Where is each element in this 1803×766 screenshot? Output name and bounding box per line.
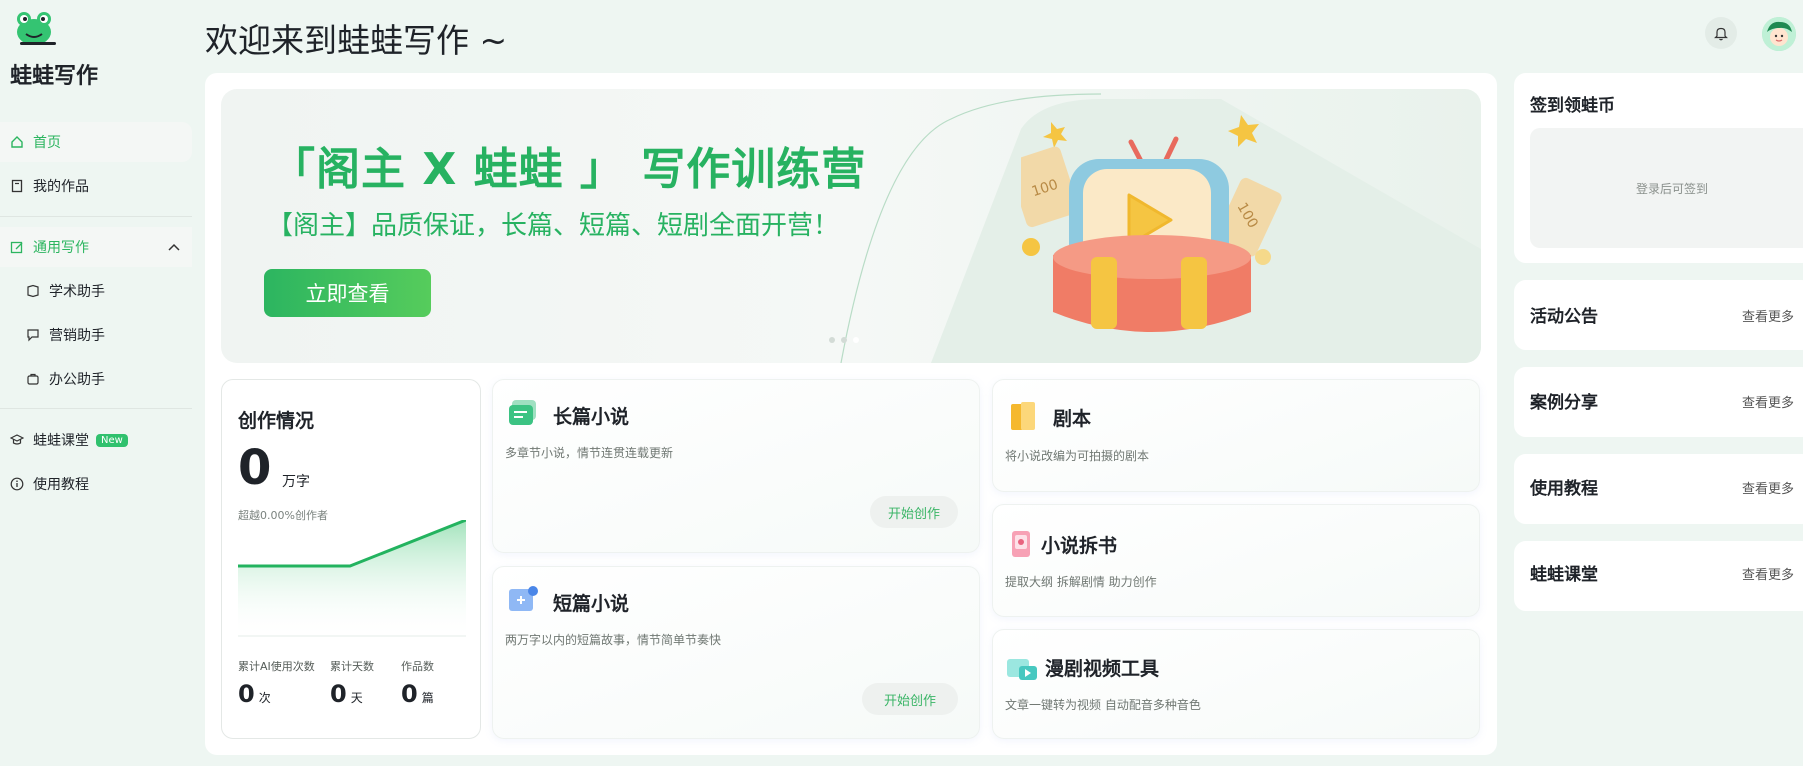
comic-video-title: 漫剧视频工具: [1045, 658, 1160, 680]
comic-video-card[interactable]: 漫剧视频工具 文章一键转为视频 自动配音多种音色: [992, 629, 1480, 739]
sidebar-divider: [0, 408, 192, 409]
new-badge: New: [96, 433, 128, 447]
nav-office-label: 办公助手: [49, 372, 105, 388]
nav-general-writing-label: 通用写作: [33, 240, 89, 256]
short-novel-card[interactable]: 短篇小说 两万字以内的短篇故事，情节简单节奏快 开始创作: [492, 566, 980, 739]
nav-academic-label: 学术助手: [49, 284, 105, 300]
video-tool-icon: [1007, 659, 1037, 680]
nav-frog-classroom-label: 蛙蛙课堂: [33, 433, 89, 449]
office-icon: [26, 372, 40, 386]
stat-works-label: 作品数: [401, 660, 434, 673]
bell-icon[interactable]: [1705, 17, 1737, 49]
graduation-cap-icon: [10, 433, 24, 447]
breakdown-desc: 提取大纲 拆解剧情 助力创作: [1005, 575, 1157, 589]
academic-icon: [26, 284, 40, 298]
breakdown-title: 小说拆书: [1041, 535, 1118, 557]
stat-works-unit: 篇: [421, 691, 434, 705]
nav-tutorial[interactable]: 使用教程: [0, 464, 192, 504]
chevron-up-icon[interactable]: [168, 239, 180, 255]
long-novel-start-button[interactable]: 开始创作: [870, 496, 958, 528]
script-desc: 将小说改编为可拍摄的剧本: [1005, 449, 1150, 463]
breakdown-icon: [1012, 531, 1030, 557]
book-icon: [10, 179, 24, 193]
checkin-hint: 登录后可签到: [1635, 181, 1708, 196]
page-title: 欢迎来到蛙蛙写作 ~: [205, 21, 508, 60]
nav-office[interactable]: 办公助手: [0, 359, 192, 399]
stat-ai-uses-value: 0: [238, 680, 255, 708]
info-icon: [10, 477, 24, 491]
home-icon: [10, 135, 24, 149]
checkin-card: 签到领蛙币 登录后可签到: [1514, 73, 1803, 263]
marketing-icon: [26, 328, 40, 342]
nav-frog-classroom[interactable]: 蛙蛙课堂 New: [0, 420, 192, 460]
long-novel-title: 长篇小说: [553, 406, 630, 428]
banner-subtitle: 【阁主】品质保证，长篇、短篇、短剧全面开营！: [267, 211, 840, 241]
nav-tutorial-label: 使用教程: [33, 477, 89, 493]
script-card[interactable]: 剧本 将小说改编为可拍摄的剧本: [992, 379, 1480, 492]
tutorial-more-link[interactable]: 查看更多: [1742, 478, 1794, 497]
stat-ai-uses-unit: 次: [258, 691, 271, 705]
carousel-dot[interactable]: [841, 337, 847, 343]
stat-works: 作品数 0篇: [401, 658, 434, 708]
case-share-title: 案例分享: [1530, 393, 1598, 413]
long-novel-desc: 多章节小说，情节连贯连载更新: [505, 446, 674, 460]
announcements-more-link[interactable]: 查看更多: [1742, 306, 1794, 325]
stat-days-label: 累计天数: [330, 660, 374, 673]
classroom-title: 蛙蛙课堂: [1530, 565, 1598, 585]
nav-general-writing[interactable]: 通用写作: [0, 227, 192, 267]
comic-video-desc: 文章一键转为视频 自动配音多种音色: [1005, 698, 1201, 712]
stat-days-value: 0: [330, 680, 347, 708]
script-icon: [1011, 402, 1035, 430]
classroom-card: 蛙蛙课堂 查看更多: [1514, 541, 1803, 611]
tutorial-card: 使用教程 查看更多: [1514, 454, 1803, 524]
short-novel-icon: [509, 586, 538, 611]
short-novel-start-button[interactable]: 开始创作: [862, 683, 958, 715]
announcements-title: 活动公告: [1530, 307, 1598, 327]
short-novel-title: 短篇小说: [553, 593, 630, 615]
tutorial-title: 使用教程: [1530, 479, 1598, 499]
nav-marketing-label: 营销助手: [49, 328, 105, 344]
stat-days: 累计天数 0天: [330, 658, 374, 708]
brand-name: 蛙蛙写作: [10, 64, 99, 89]
case-share-card: 案例分享 查看更多: [1514, 367, 1803, 437]
creation-stats-card: 创作情况 0 万字 超越0.00%创作者 累计AI使用次数 0次 累计天数 0天…: [221, 379, 481, 739]
short-novel-desc: 两万字以内的短篇故事，情节简单节奏快: [505, 633, 722, 647]
nav-home-label: 首页: [33, 135, 61, 151]
stat-ai-uses-label: 累计AI使用次数: [238, 660, 315, 673]
long-novel-icon: [509, 400, 536, 425]
nav-my-works-label: 我的作品: [33, 179, 89, 195]
tv-illustration: 100 100: [1021, 115, 1282, 332]
carousel-dots: [829, 337, 859, 343]
stat-days-unit: 天: [350, 691, 363, 705]
banner-title: 「阁主 X 蛙蛙 」 写作训练营: [271, 144, 867, 195]
nav-academic[interactable]: 学术助手: [0, 271, 192, 311]
long-novel-card[interactable]: 长篇小说 多章节小说，情节连贯连载更新 开始创作: [492, 379, 980, 553]
edit-icon: [10, 240, 24, 254]
checkin-area[interactable]: 登录后可签到: [1530, 128, 1803, 248]
carousel-dot-active[interactable]: [853, 337, 859, 343]
word-count: 0: [238, 440, 272, 496]
script-title: 剧本: [1053, 408, 1092, 430]
nav-home[interactable]: 首页: [0, 122, 192, 162]
trend-area: [238, 520, 466, 638]
stats-title: 创作情况: [238, 410, 315, 432]
announcements-card: 活动公告 查看更多: [1514, 280, 1803, 350]
classroom-more-link[interactable]: 查看更多: [1742, 564, 1794, 583]
trend-chart: [238, 520, 466, 638]
stat-ai-uses: 累计AI使用次数 0次: [238, 658, 315, 708]
word-count-unit: 万字: [282, 474, 310, 490]
sidebar-divider: [0, 216, 192, 217]
banner[interactable]: 「阁主 X 蛙蛙 」 写作训练营 【阁主】品质保证，长篇、短篇、短剧全面开营！ …: [221, 89, 1481, 363]
checkin-title: 签到领蛙币: [1530, 96, 1615, 116]
case-share-more-link[interactable]: 查看更多: [1742, 392, 1794, 411]
carousel-dot[interactable]: [829, 337, 835, 343]
avatar[interactable]: [1762, 17, 1796, 51]
nav-marketing[interactable]: 营销助手: [0, 315, 192, 355]
stat-works-value: 0: [401, 680, 418, 708]
frog-logo-icon[interactable]: [12, 8, 58, 48]
nav-my-works[interactable]: 我的作品: [0, 166, 192, 206]
view-now-button[interactable]: 立即查看: [264, 269, 431, 317]
novel-breakdown-card[interactable]: 小说拆书 提取大纲 拆解剧情 助力创作: [992, 504, 1480, 617]
